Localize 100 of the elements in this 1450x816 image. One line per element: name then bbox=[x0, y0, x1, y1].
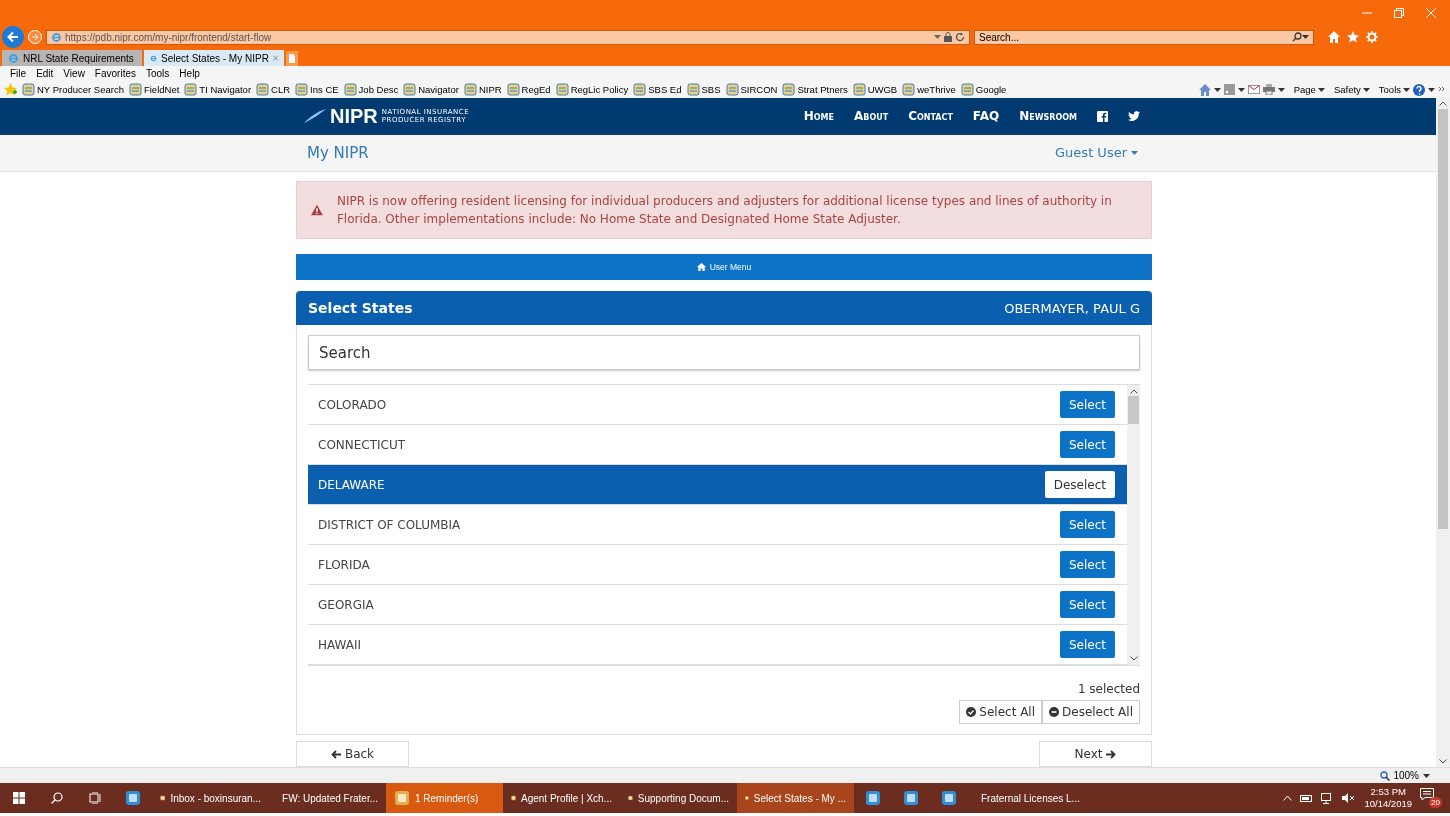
browser-tab[interactable]: Select States - My NIPR bbox=[144, 50, 284, 66]
browser-tab[interactable]: NRL State Requirements bbox=[2, 50, 142, 66]
mail-icon[interactable] bbox=[1247, 85, 1260, 94]
select-button[interactable]: Select bbox=[1059, 511, 1115, 538]
next-button[interactable]: Next bbox=[1039, 741, 1152, 767]
favorite-link[interactable]: Job Desc bbox=[343, 83, 399, 96]
notifications-button[interactable]: 20 bbox=[1420, 788, 1442, 808]
facebook-icon[interactable] bbox=[1097, 110, 1108, 122]
page-scrollbar[interactable] bbox=[1436, 98, 1450, 767]
page-icon bbox=[295, 83, 309, 96]
state-row[interactable]: GEORGIA Select bbox=[308, 585, 1127, 625]
taskbar-app[interactable]: Agent Profile | Xch... bbox=[503, 783, 620, 813]
favorite-link[interactable]: SIRCON bbox=[725, 83, 778, 96]
menu-item[interactable]: File bbox=[10, 67, 27, 79]
favorite-link[interactable]: NY Producer Search bbox=[22, 83, 124, 96]
select-button[interactable]: Select bbox=[1059, 391, 1115, 418]
refresh-icon[interactable] bbox=[955, 32, 965, 42]
chevron-icon[interactable] bbox=[1438, 85, 1446, 94]
forward-button[interactable] bbox=[28, 30, 42, 44]
menu-item[interactable]: Help bbox=[179, 67, 200, 79]
menu-item[interactable]: Tools bbox=[146, 67, 170, 79]
scrollbar[interactable] bbox=[1127, 385, 1140, 665]
menu-item[interactable]: Edit bbox=[36, 67, 54, 79]
favorite-link[interactable]: SBS bbox=[686, 83, 721, 96]
app-icon bbox=[125, 790, 141, 806]
search-box[interactable]: Search... bbox=[974, 29, 1314, 45]
restore-icon[interactable] bbox=[1394, 8, 1404, 18]
command-menu[interactable]: Tools bbox=[1378, 84, 1410, 95]
battery-icon[interactable] bbox=[1300, 793, 1314, 803]
taskbar-app[interactable]: Fraternal Licenses L... bbox=[968, 783, 1085, 813]
search-field[interactable]: Search... bbox=[979, 31, 1292, 43]
taskbar-app[interactable]: FW: Updated Frater... bbox=[269, 783, 386, 813]
printer-icon[interactable] bbox=[1262, 84, 1275, 95]
twitter-icon[interactable] bbox=[1128, 111, 1140, 122]
select-button[interactable]: Select bbox=[1059, 431, 1115, 458]
state-name: COLORADO bbox=[318, 397, 388, 412]
clock[interactable]: 2:53 PM 10/14/2019 bbox=[1364, 786, 1412, 810]
chevron-down-icon[interactable] bbox=[1439, 759, 1447, 764]
select-button[interactable]: Select bbox=[1059, 631, 1115, 658]
address-bar[interactable]: https://pdb.nipr.com/my-nipr/frontend/start-flow bbox=[46, 29, 970, 45]
command-menu[interactable]: Safety bbox=[1333, 84, 1370, 95]
favorite-link[interactable]: Ins CE bbox=[295, 83, 339, 96]
user-menu-bar[interactable]: User Menu bbox=[296, 254, 1152, 280]
menu-item[interactable]: View bbox=[63, 67, 85, 79]
taskbar-app[interactable]: Inbox - boxinsuran... bbox=[152, 783, 269, 813]
favorite-link[interactable]: weThrive bbox=[902, 83, 956, 96]
app-icon bbox=[903, 790, 919, 806]
speaker-muted-icon[interactable] bbox=[1342, 793, 1357, 803]
favorite-link[interactable]: Google bbox=[960, 83, 1007, 96]
favorite-link[interactable]: RegLic Policy bbox=[555, 83, 629, 96]
select-button[interactable]: Select bbox=[1059, 551, 1115, 578]
state-row[interactable]: FLORIDA Select bbox=[308, 545, 1127, 585]
scrollbar-thumb[interactable] bbox=[1128, 396, 1139, 424]
help-icon[interactable] bbox=[1413, 83, 1425, 96]
menu-item[interactable]: Favorites bbox=[94, 67, 136, 79]
state-row[interactable]: COLORADO Select bbox=[308, 385, 1127, 425]
favorite-link[interactable]: TI Navigator bbox=[184, 83, 252, 96]
back-button[interactable]: Back bbox=[296, 741, 409, 767]
nav-link[interactable]: Home bbox=[803, 109, 835, 124]
back-button[interactable] bbox=[2, 26, 24, 48]
arrow-left-icon bbox=[7, 31, 19, 43]
favorite-link[interactable]: RegEd bbox=[506, 83, 551, 96]
home-icon[interactable] bbox=[1328, 31, 1340, 43]
select-button[interactable]: Select bbox=[1059, 591, 1115, 618]
feed-icon[interactable] bbox=[1223, 84, 1235, 95]
nav-link[interactable]: Newsroom bbox=[1019, 109, 1077, 124]
state-row[interactable]: DISTRICT OF COLUMBIA Select bbox=[308, 505, 1127, 545]
chevron-up-icon[interactable] bbox=[1439, 101, 1447, 106]
favorite-link[interactable]: SBS Ed bbox=[633, 83, 682, 96]
nav-link[interactable]: About bbox=[854, 109, 889, 124]
favorite-link[interactable]: CLR bbox=[256, 83, 291, 96]
taskbar-app[interactable]: Supporting Docum... bbox=[620, 783, 737, 813]
state-row[interactable]: DELAWARE Deselect bbox=[308, 465, 1127, 505]
user-menu[interactable]: Guest User bbox=[1055, 145, 1138, 161]
search-field[interactable]: Search bbox=[308, 335, 1140, 370]
chevron-down-icon[interactable] bbox=[1129, 656, 1138, 661]
favorites-star-icon[interactable] bbox=[4, 83, 17, 96]
command-menu[interactable]: Page bbox=[1293, 84, 1325, 95]
chevron-up-icon[interactable] bbox=[1129, 389, 1138, 394]
favorite-link[interactable]: FieldNet bbox=[128, 83, 180, 96]
state-row[interactable]: HAWAII Select bbox=[308, 625, 1127, 665]
scrollbar-thumb[interactable] bbox=[1438, 109, 1448, 529]
nav-link[interactable]: Contact bbox=[908, 109, 953, 124]
user-name: OBERMAYER, PAUL G bbox=[1004, 300, 1140, 316]
favorite-link[interactable]: Strat Ptners bbox=[782, 83, 848, 96]
home-icon[interactable] bbox=[1198, 83, 1211, 96]
zoom-level[interactable]: 100% bbox=[1380, 770, 1419, 781]
favorite-link[interactable]: UWGB bbox=[852, 83, 898, 96]
select-all-button[interactable]: Select All bbox=[959, 700, 1043, 724]
search-icon[interactable] bbox=[1292, 32, 1302, 42]
settings-icon[interactable] bbox=[1366, 31, 1378, 43]
deselect-all-button[interactable]: Deselect All bbox=[1042, 700, 1140, 724]
deselect-button[interactable]: Deselect bbox=[1044, 471, 1115, 498]
state-name: DISTRICT OF COLUMBIA bbox=[318, 517, 462, 532]
taskbar-app[interactable]: 1 Reminder(s) bbox=[386, 783, 503, 813]
star-icon[interactable] bbox=[1347, 31, 1359, 43]
nav-link[interactable]: FAQ bbox=[972, 109, 1000, 124]
favorite-link[interactable]: Navigator bbox=[403, 83, 459, 96]
taskbar-app[interactable]: Select States - My ... bbox=[737, 783, 854, 813]
favorite-link[interactable]: NIPR bbox=[463, 83, 502, 96]
